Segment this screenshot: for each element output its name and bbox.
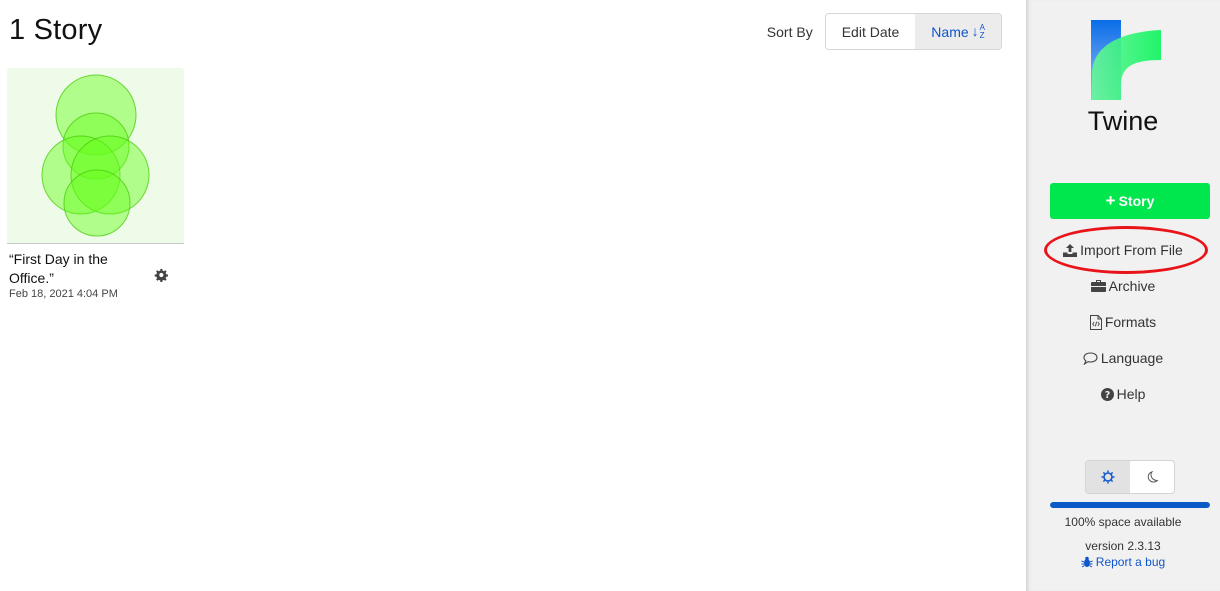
- moon-icon: [1147, 470, 1158, 483]
- light-theme-button[interactable]: [1086, 461, 1130, 493]
- sort-name-button[interactable]: Name ↓ A Z: [915, 14, 1001, 49]
- archive-button[interactable]: Archive: [1026, 276, 1220, 296]
- upload-icon: [1063, 243, 1078, 257]
- gear-icon[interactable]: [154, 268, 168, 282]
- plus-icon: +: [1105, 191, 1116, 210]
- theme-toggle: [1085, 460, 1175, 494]
- story-name[interactable]: “First Day in the Office.”: [9, 250, 139, 288]
- archive-label: Archive: [1108, 278, 1156, 294]
- story-library: 1 Story Sort By Edit Date Name ↓ A Z “Fi…: [0, 0, 1026, 591]
- code-file-icon: [1089, 314, 1102, 330]
- report-bug-label: Report a bug: [1095, 555, 1166, 569]
- twine-logo: [1091, 20, 1161, 100]
- story-date: Feb 18, 2021 4:04 PM: [9, 288, 118, 300]
- story-card[interactable]: “First Day in the Office.” Feb 18, 2021 …: [7, 68, 184, 300]
- storage-bar-fill: [1050, 502, 1210, 508]
- storage-bar: [1050, 502, 1210, 508]
- formats-button[interactable]: Formats: [1026, 312, 1220, 332]
- preview-circle: [63, 169, 131, 237]
- sidebar: Twine + Story Import From File Archive F…: [1026, 0, 1220, 591]
- import-from-file-label: Import From File: [1080, 242, 1183, 258]
- report-bug-link[interactable]: Report a bug: [1026, 555, 1220, 569]
- storage-text: 100% space available: [1064, 515, 1182, 529]
- dark-theme-button[interactable]: [1130, 461, 1174, 493]
- sort-button-group: Edit Date Name ↓ A Z: [824, 13, 1002, 50]
- import-from-file-button[interactable]: Import From File: [1026, 240, 1220, 260]
- new-story-label: Story: [1118, 193, 1155, 209]
- language-button[interactable]: Language: [1026, 348, 1220, 368]
- briefcase-icon: [1090, 280, 1106, 292]
- help-button[interactable]: ? Help: [1026, 384, 1220, 404]
- language-label: Language: [1100, 350, 1164, 366]
- bug-icon: [1081, 556, 1093, 568]
- brand-name: Twine: [1087, 106, 1159, 136]
- new-story-button[interactable]: + Story: [1050, 183, 1210, 219]
- sort-edit-date-button[interactable]: Edit Date: [825, 14, 916, 49]
- sort-alpha-down-icon: ↓ A Z: [971, 22, 985, 40]
- story-preview[interactable]: [7, 68, 184, 244]
- sort-by-label: Sort By: [766, 23, 813, 40]
- sun-icon: [1101, 470, 1115, 484]
- page-title: 1 Story: [9, 14, 103, 46]
- speech-bubble-icon: [1083, 351, 1098, 365]
- story-preview-graphic: [41, 74, 150, 237]
- sort-controls: Sort By Edit Date Name ↓ A Z: [767, 13, 1002, 50]
- version-text: version 2.3.13: [1085, 539, 1161, 553]
- question-circle-icon: ?: [1100, 387, 1114, 401]
- formats-label: Formats: [1104, 314, 1157, 330]
- svg-text:?: ?: [1104, 390, 1110, 401]
- help-label: Help: [1116, 386, 1146, 402]
- sort-name-label: Name: [931, 23, 969, 40]
- sort-edit-date-label: Edit Date: [841, 23, 900, 40]
